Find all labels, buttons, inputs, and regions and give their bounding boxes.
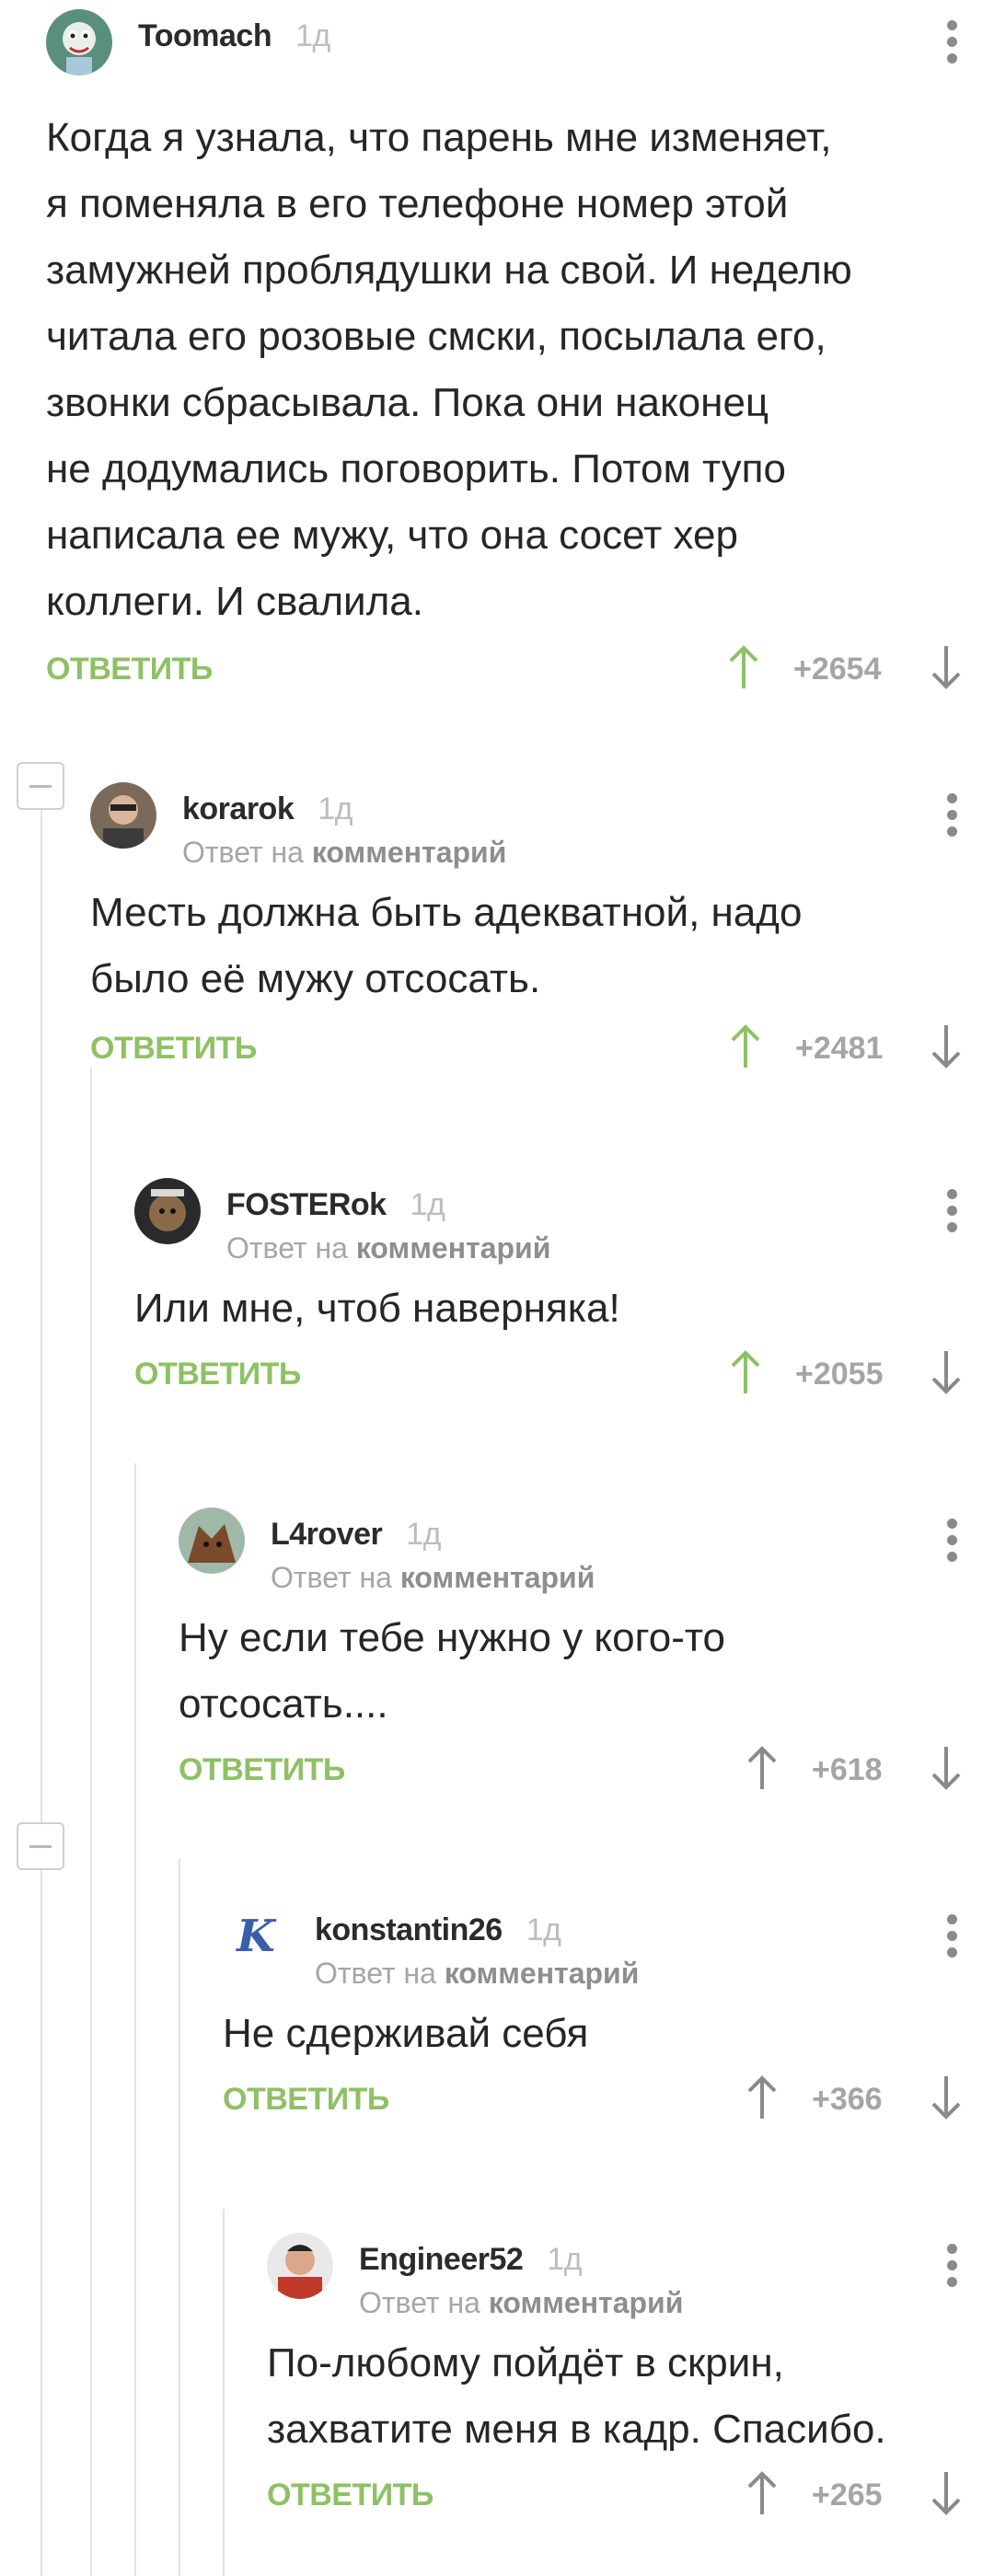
downvote-icon[interactable] [928, 1745, 965, 1791]
username[interactable]: Toomach 1д [138, 18, 330, 54]
rating-score: +618 [812, 1752, 883, 1787]
rating-score: +366 [812, 2082, 883, 2117]
more-options-icon[interactable] [946, 1189, 959, 1235]
comment-text: Когда я узнала, что парень мне изменяет,… [46, 115, 852, 624]
rating-score: +2654 [793, 652, 882, 687]
comment: FOSTERok 1д Ответ на комментарий Или мне,… [134, 1169, 994, 1404]
comment-header: Toomach 1д [46, 0, 994, 83]
comment: korarok 1д Ответ на комментарий Месть дол… [90, 773, 994, 1079]
comment-text: Или мне, чтоб наверняка! [134, 1286, 620, 1331]
reply-to-label: Ответ на комментарий [182, 836, 507, 869]
thread-line [40, 764, 42, 2576]
avatar[interactable] [179, 1507, 245, 1574]
comment-actions: ОТВЕТИТЬ +2481 [90, 1023, 994, 1079]
username[interactable]: L4rover 1д [271, 1517, 441, 1553]
reply-to-link[interactable]: комментарий [312, 836, 507, 869]
more-options-icon[interactable] [946, 2244, 959, 2290]
username[interactable]: korarok 1д [182, 791, 353, 827]
more-options-icon[interactable] [946, 793, 959, 839]
reply-to-label: Ответ на комментарий [359, 2286, 684, 2319]
comment: Engineer52 1д Ответ на комментарий По-люб… [267, 2224, 994, 2525]
reply-to-link[interactable]: комментарий [400, 1561, 595, 1594]
thread-line [223, 2209, 225, 2576]
comment-actions: ОТВЕТИТЬ +618 [179, 1745, 994, 1800]
timestamp: 1д [547, 2242, 583, 2277]
comment-header: K konstantin26 1д Ответ на комментарий [223, 1894, 994, 1990]
comment-header: FOSTERok 1д Ответ на комментарий [134, 1169, 994, 1265]
downvote-icon[interactable] [928, 2074, 965, 2120]
avatar[interactable] [46, 9, 112, 75]
svg-text:K: K [235, 1911, 277, 1962]
comment-text: Месть должна быть адекватной, надо было … [90, 890, 803, 1001]
downvote-icon[interactable] [928, 644, 965, 690]
reply-button[interactable]: ОТВЕТИТЬ [179, 1752, 345, 1788]
more-options-icon[interactable] [946, 1914, 959, 1960]
comment-header: Engineer52 1д Ответ на комментарий [267, 2224, 994, 2319]
reply-button[interactable]: ОТВЕТИТЬ [267, 2478, 433, 2513]
comment-text: Ну если тебе нужно у кого-то отсосать...… [179, 1615, 725, 1727]
collapse-thread-button[interactable] [17, 1822, 64, 1870]
downvote-icon[interactable] [928, 1349, 965, 1395]
timestamp: 1д [295, 18, 330, 53]
reply-to-link[interactable]: комментарий [445, 1957, 640, 1990]
username[interactable]: FOSTERok 1д [226, 1187, 445, 1223]
comment-header: korarok 1д Ответ на комментарий [90, 773, 994, 869]
avatar[interactable] [267, 2233, 333, 2299]
rating-score: +2481 [795, 1031, 884, 1066]
reply-to-label: Ответ на комментарий [271, 1561, 595, 1594]
rating-score: +265 [812, 2478, 883, 2512]
username[interactable]: Engineer52 1д [359, 2242, 583, 2278]
comment-actions: ОТВЕТИТЬ +2654 [46, 644, 994, 699]
comment-text: Не сдерживай себя [223, 2011, 589, 2056]
avatar[interactable] [90, 782, 156, 849]
reply-button[interactable]: ОТВЕТИТЬ [46, 652, 213, 687]
comment: K konstantin26 1д Ответ на комментарий Не… [223, 1894, 994, 2130]
upvote-icon[interactable] [727, 1023, 764, 1069]
reply-button[interactable]: ОТВЕТИТЬ [90, 1031, 257, 1067]
upvote-icon[interactable] [744, 2470, 780, 2516]
rating-score: +2055 [795, 1357, 884, 1392]
upvote-icon[interactable] [744, 1745, 780, 1791]
username[interactable]: konstantin26 1д [315, 1912, 561, 1948]
timestamp: 1д [526, 1912, 561, 1947]
downvote-icon[interactable] [928, 1023, 965, 1069]
reply-to-link[interactable]: комментарий [489, 2286, 684, 2319]
more-options-icon[interactable] [946, 1519, 959, 1565]
more-options-icon[interactable] [946, 20, 959, 66]
upvote-icon[interactable] [725, 644, 762, 690]
collapse-thread-button[interactable] [17, 762, 64, 810]
upvote-icon[interactable] [727, 1349, 764, 1395]
avatar[interactable]: K [223, 1903, 289, 1970]
thread-line [90, 1068, 92, 2576]
comment-actions: ОТВЕТИТЬ +366 [223, 2074, 994, 2130]
comment-header: L4rover 1д Ответ на комментарий [179, 1498, 994, 1594]
thread-line [179, 1859, 180, 2576]
avatar[interactable] [134, 1178, 201, 1244]
reply-to-label: Ответ на комментарий [226, 1231, 551, 1265]
thread-line [134, 1463, 136, 2576]
timestamp: 1д [406, 1517, 441, 1552]
reply-to-link[interactable]: комментарий [356, 1231, 551, 1265]
downvote-icon[interactable] [928, 2470, 965, 2516]
timestamp: 1д [410, 1187, 445, 1222]
reply-button[interactable]: ОТВЕТИТЬ [223, 2082, 389, 2118]
comment: Toomach 1д Когда я узнала, что парень мне… [46, 0, 994, 699]
comment-actions: ОТВЕТИТЬ +265 [267, 2470, 994, 2525]
upvote-icon[interactable] [744, 2074, 780, 2120]
comment-actions: ОТВЕТИТЬ +2055 [134, 1349, 994, 1404]
comment: L4rover 1д Ответ на комментарий Ну если т… [179, 1498, 994, 1800]
comment-text: По-любому пойдёт в скрин, захватите меня… [267, 2340, 886, 2452]
timestamp: 1д [318, 791, 353, 826]
reply-button[interactable]: ОТВЕТИТЬ [134, 1357, 301, 1392]
reply-to-label: Ответ на комментарий [315, 1957, 640, 1990]
